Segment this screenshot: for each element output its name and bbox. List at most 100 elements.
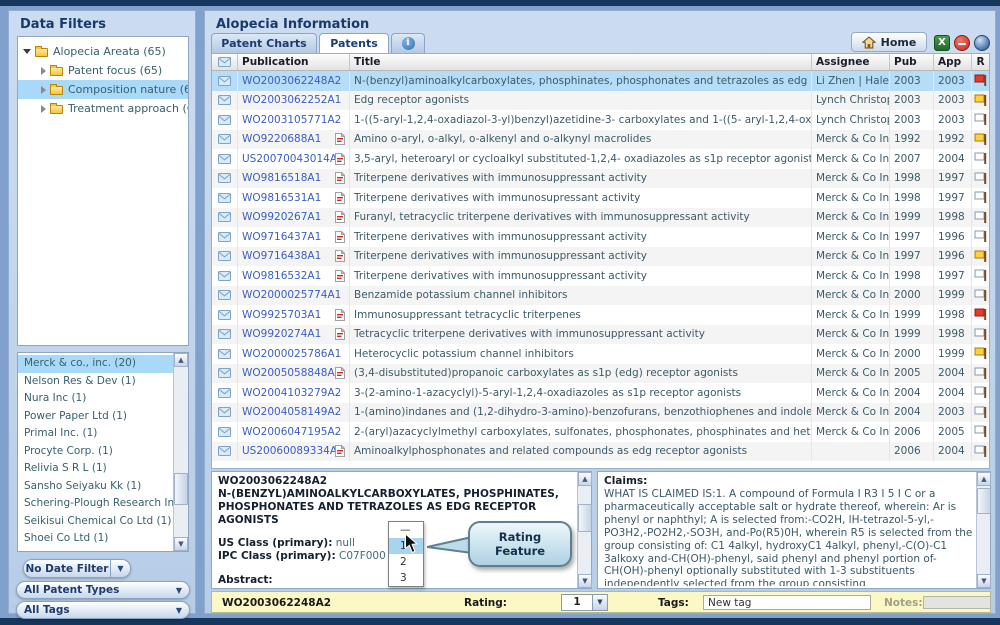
publication-link[interactable]: WO2000025786A1: [242, 348, 341, 360]
mail-icon[interactable]: [218, 368, 231, 378]
pdf-icon[interactable]: [335, 328, 345, 340]
tree-expand-icon[interactable]: [41, 67, 46, 75]
table-row[interactable]: WO2003062252A1Edg receptor agonistsLynch…: [212, 91, 989, 111]
flag-white-icon[interactable]: [974, 172, 988, 185]
tree-expand-icon[interactable]: [41, 86, 46, 94]
notes-input[interactable]: [923, 596, 991, 609]
pdf-icon[interactable]: [335, 211, 345, 223]
publication-link[interactable]: WO9816532A1: [242, 270, 321, 282]
mail-icon[interactable]: [218, 290, 231, 300]
flag-white-icon[interactable]: [974, 113, 988, 126]
scroll-up-icon[interactable]: ▲: [977, 472, 991, 486]
column-header-title[interactable]: Title: [350, 54, 812, 70]
table-row[interactable]: WO2003062248A2N-(benzyl)aminoalkylcarbox…: [212, 71, 989, 91]
list-item-assignee[interactable]: Sansho Seiyaku Kk (1): [18, 478, 173, 496]
table-row[interactable]: WO9816518A1Triterpene derivatives with i…: [212, 169, 989, 189]
column-header-pub[interactable]: Pub: [890, 54, 934, 70]
publication-link[interactable]: WO9920274A1: [242, 328, 321, 340]
mail-icon[interactable]: [218, 349, 231, 359]
list-item-assignee[interactable]: Relivia S R L (1): [18, 460, 173, 478]
mail-icon[interactable]: [218, 446, 231, 456]
publication-link[interactable]: WO2003062248A2: [242, 75, 341, 87]
tree-item[interactable]: Composition nature (65): [18, 80, 188, 99]
pdf-icon[interactable]: [335, 153, 345, 165]
scrollbar-thumb[interactable]: [174, 473, 188, 505]
pdf-icon[interactable]: [335, 133, 345, 145]
date-filter-dropdown[interactable]: No Date Filter ▼: [23, 559, 131, 578]
scroll-down-icon[interactable]: ▼: [174, 537, 188, 551]
flag-yellow-icon[interactable]: [974, 94, 988, 107]
publication-link[interactable]: WO9716438A1: [242, 250, 321, 262]
publication-link[interactable]: WO9920267A1: [242, 211, 321, 223]
list-item-assignee[interactable]: Power Paper Ltd (1): [18, 408, 173, 426]
mail-icon[interactable]: [218, 310, 231, 320]
table-row[interactable]: WO9816532A1Triterpene derivatives with i…: [212, 266, 989, 286]
table-row[interactable]: WO2000025774A1Benzamide potassium channe…: [212, 286, 989, 306]
list-item-assignee[interactable]: Seikisui Chemical Co Ltd (1): [18, 513, 173, 531]
column-header-assignee[interactable]: Assignee: [812, 54, 890, 70]
flag-red-icon[interactable]: [974, 74, 988, 87]
table-row[interactable]: US20070043014A13,5-aryl, heteroaryl or c…: [212, 149, 989, 169]
pdf-icon[interactable]: [335, 231, 345, 243]
list-item-assignee[interactable]: Schering-Plough Research Institute: [18, 495, 173, 513]
publication-link[interactable]: WO9925703A1: [242, 309, 321, 321]
tab-info[interactable]: i: [391, 33, 425, 53]
tab-patents[interactable]: Patents: [319, 33, 389, 53]
table-row[interactable]: WO9925703A1Immunosuppressant tetracyclic…: [212, 305, 989, 325]
tree-item-root[interactable]: Alopecia Areata (65): [18, 42, 188, 61]
publication-link[interactable]: WO2004058149A2: [242, 406, 341, 418]
remove-icon[interactable]: [954, 35, 970, 51]
publication-link[interactable]: WO9816531A1: [242, 192, 321, 204]
pdf-icon[interactable]: [335, 192, 345, 204]
publication-link[interactable]: WO2003062252A1: [242, 94, 341, 106]
publication-link[interactable]: WO9220688A1: [242, 133, 321, 145]
publication-link[interactable]: WO2005058848A1: [242, 367, 335, 379]
pdf-icon[interactable]: [335, 445, 345, 457]
table-row[interactable]: WO9716437A1Triterpene derivatives with i…: [212, 227, 989, 247]
detail-scrollbar[interactable]: ▲ ▼: [577, 472, 591, 588]
mail-icon[interactable]: [218, 329, 231, 339]
mail-icon[interactable]: [218, 271, 231, 281]
pdf-icon[interactable]: [335, 172, 345, 184]
tree-expand-icon[interactable]: [41, 105, 46, 113]
pdf-icon[interactable]: [335, 270, 345, 282]
rating-option[interactable]: 2: [389, 554, 423, 570]
flag-white-icon[interactable]: [974, 445, 988, 458]
publication-link[interactable]: WO2000025774A1: [242, 289, 341, 301]
tags-input[interactable]: [703, 595, 871, 610]
list-item-assignee[interactable]: Nura Inc (1): [18, 390, 173, 408]
list-item-assignee[interactable]: Procyte Corp. (1): [18, 443, 173, 461]
scroll-down-icon[interactable]: ▼: [578, 574, 592, 588]
flag-white-icon[interactable]: [974, 289, 988, 302]
pdf-icon[interactable]: [335, 250, 345, 262]
publication-link[interactable]: WO9716437A1: [242, 231, 321, 243]
mail-icon[interactable]: [218, 154, 231, 164]
list-item-assignee[interactable]: Merck & co., inc. (20): [18, 355, 173, 373]
mail-icon[interactable]: [218, 388, 231, 398]
list-item-assignee[interactable]: Nelson Res & Dev (1): [18, 373, 173, 391]
flag-white-icon[interactable]: [974, 386, 988, 399]
publication-link[interactable]: WO9816518A1: [242, 172, 321, 184]
table-row[interactable]: WO2003105771A21-((5-aryl-1,2,4-oxadiazol…: [212, 110, 989, 130]
tags-filter-dropdown[interactable]: All Tags ▼: [16, 601, 190, 619]
publication-link[interactable]: WO2004103279A2: [242, 387, 341, 399]
publication-link[interactable]: US20060089334A1: [242, 445, 335, 457]
table-row[interactable]: WO2000025786A1Heterocyclic potassium cha…: [212, 344, 989, 364]
flag-white-icon[interactable]: [974, 425, 988, 438]
table-row[interactable]: WO9716438A1Triterpene derivatives with i…: [212, 247, 989, 267]
table-row[interactable]: WO2005058848A1(3,4-disubstituted)propano…: [212, 364, 989, 384]
column-header-publication[interactable]: Publication: [238, 54, 350, 70]
column-header-mail[interactable]: [212, 54, 238, 70]
scrollbar-thumb[interactable]: [977, 488, 991, 514]
flag-white-icon[interactable]: [974, 328, 988, 341]
list-item-assignee[interactable]: Teijin Ltd (1): [18, 548, 173, 552]
home-button[interactable]: Home: [851, 32, 927, 52]
table-row[interactable]: WO9920274A1Tetracyclic triterpene deriva…: [212, 325, 989, 345]
flag-white-icon[interactable]: [974, 367, 988, 380]
list-item-assignee[interactable]: Shoei Co Ltd (1): [18, 530, 173, 548]
mail-icon[interactable]: [218, 76, 231, 86]
column-header-app[interactable]: App: [934, 54, 972, 70]
assignee-scrollbar[interactable]: ▲ ▼: [173, 353, 188, 551]
flag-white-icon[interactable]: [974, 152, 988, 165]
claims-scrollbar[interactable]: ▲ ▼: [976, 472, 990, 588]
